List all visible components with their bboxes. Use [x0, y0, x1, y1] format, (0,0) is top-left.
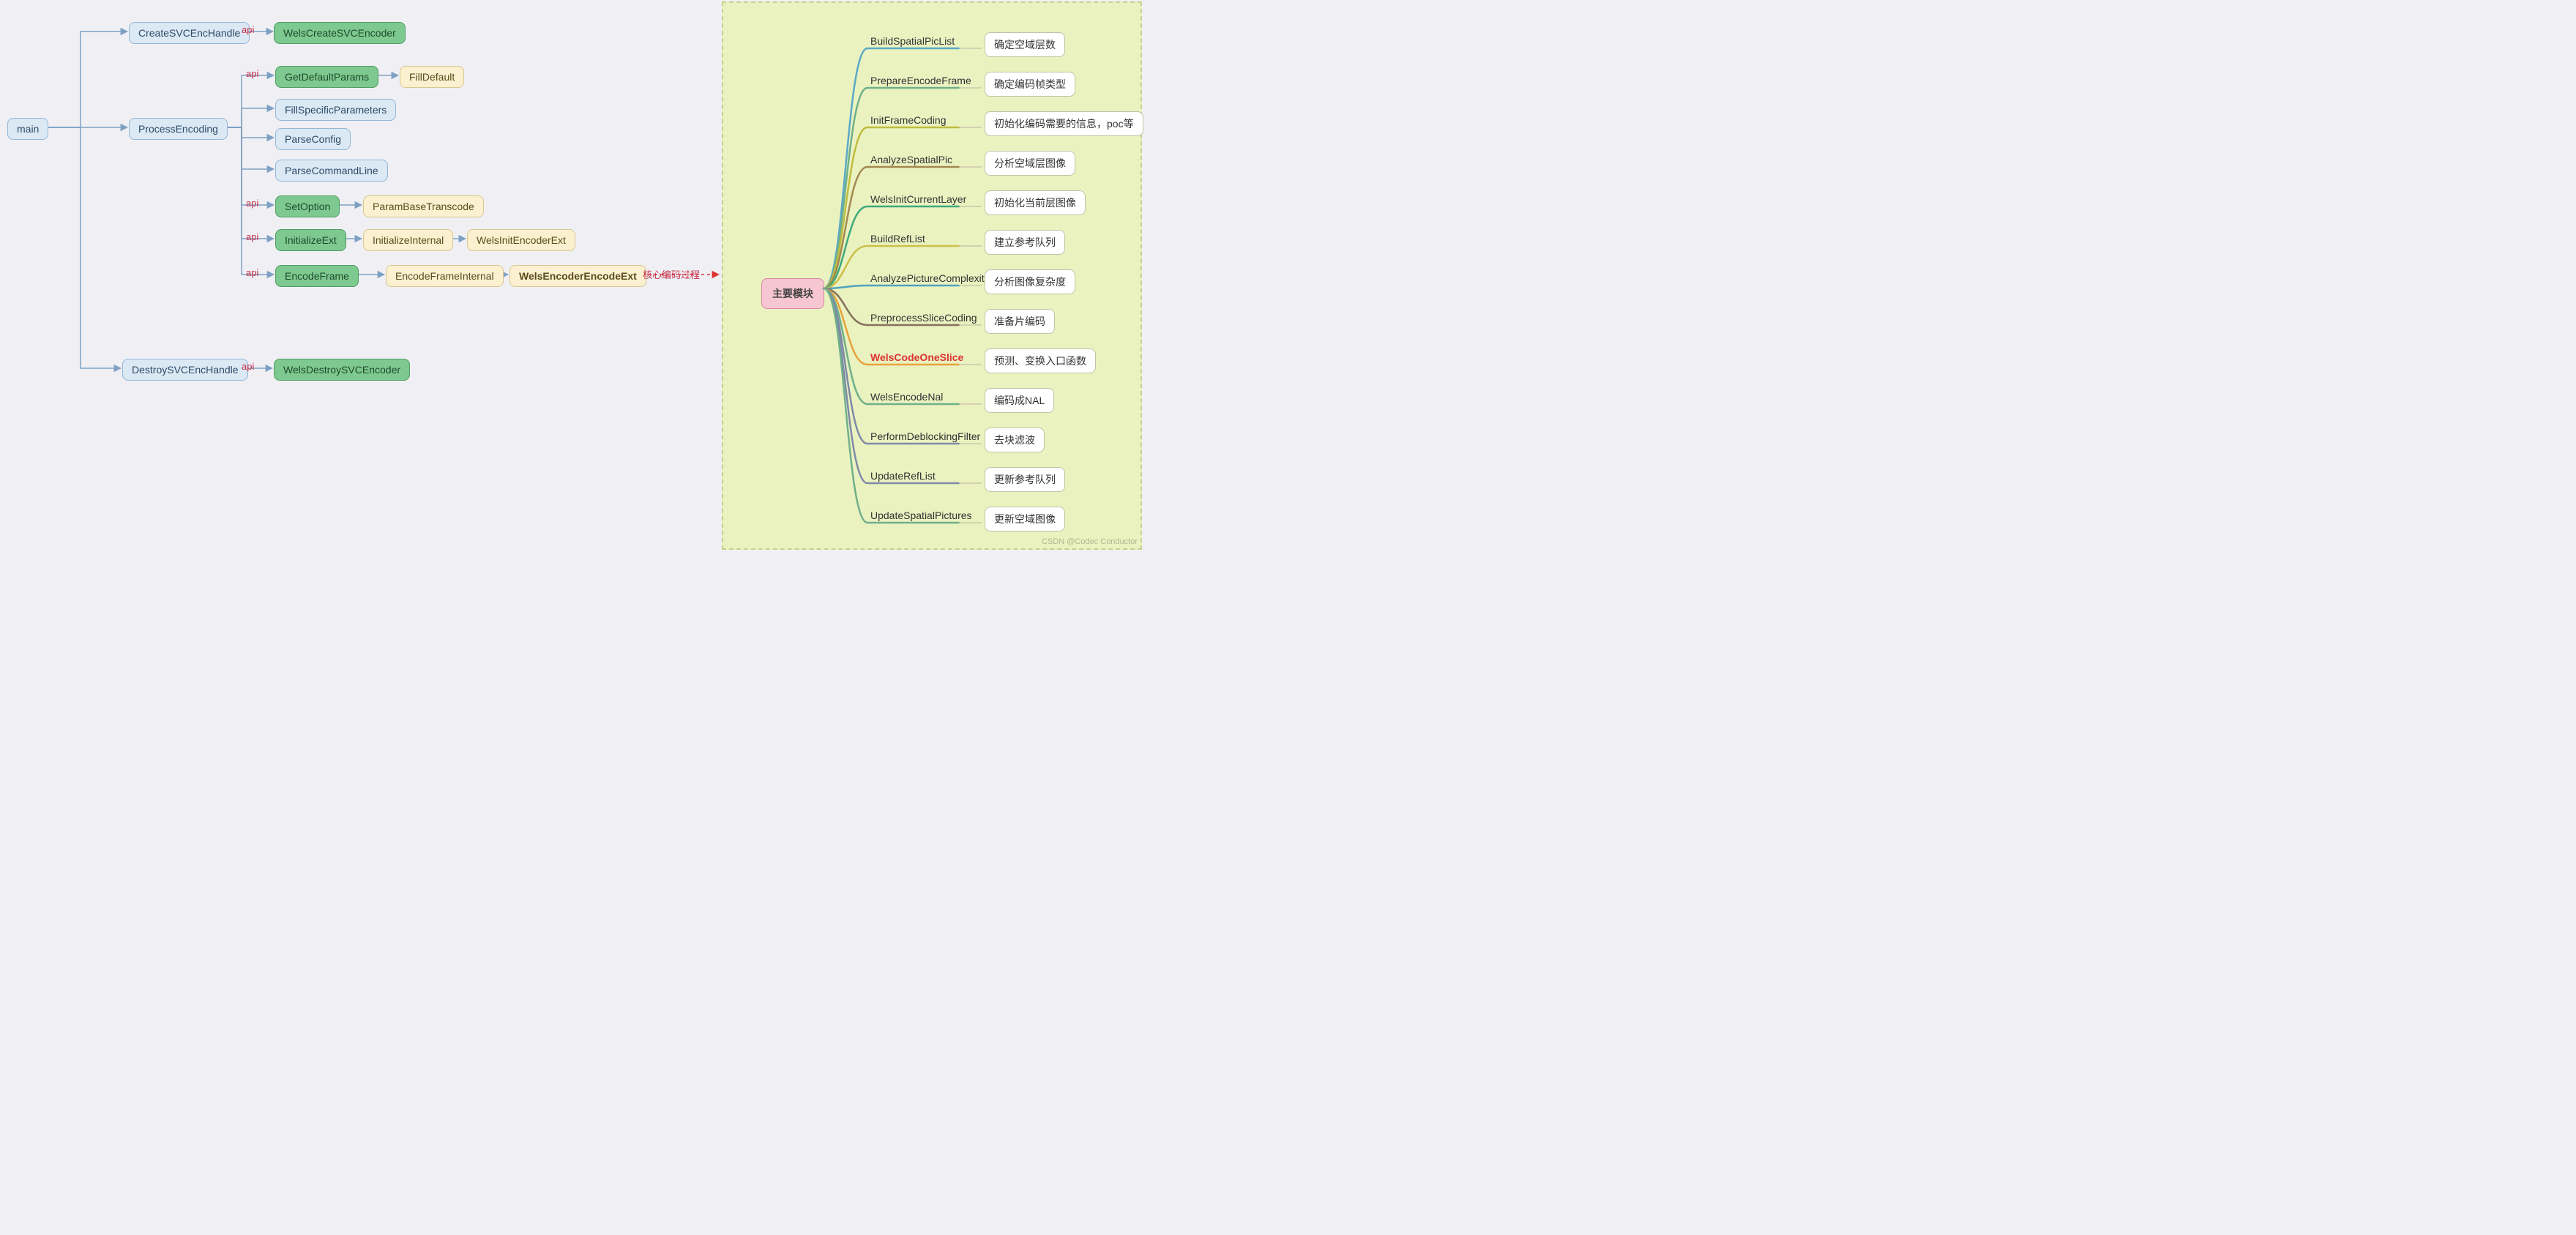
mindmap-branch-name: UpdateSpatialPictures: [870, 510, 972, 521]
mindmap-branch-desc: 去块滤波: [985, 428, 1045, 452]
mindmap-branch-desc: 确定空域层数: [985, 32, 1065, 57]
mindmap-branch-name: InitFrameCoding: [870, 114, 947, 126]
diagram-canvas: main CreateSVCEncHandle api WelsCreateSV…: [0, 0, 1142, 549]
mindmap-layer: BuildSpatialPicList 确定空域层数 PrepareEncodeFr…: [0, 0, 1142, 549]
mindmap-branch-name: WelsCodeOneSlice: [870, 351, 963, 363]
mindmap-branch-desc: 更新参考队列: [985, 467, 1065, 492]
mindmap-branch-desc: 分析图像复杂度: [985, 269, 1075, 294]
mindmap-branch-desc: 分析空域层图像: [985, 151, 1075, 176]
mindmap-branch-desc: 预测、变换入口函数: [985, 348, 1096, 373]
mindmap-branch-desc: 更新空域图像: [985, 507, 1065, 531]
mindmap-branch-name: PrepareEncodeFrame: [870, 75, 971, 86]
mindmap-branch-desc: 确定编码帧类型: [985, 72, 1075, 97]
mindmap-branch-name: BuildSpatialPicList: [870, 35, 955, 47]
mindmap-branch-desc: 初始化当前层图像: [985, 190, 1086, 215]
mindmap-branch-desc: 编码成NAL: [985, 388, 1054, 413]
mindmap-branch-name: WelsEncodeNal: [870, 391, 943, 403]
mindmap-branch-name: PerformDeblockingFilter: [870, 430, 980, 442]
mindmap-branch-desc: 准备片编码: [985, 309, 1055, 334]
mindmap-branch-desc: 初始化编码需要的信息，poc等: [985, 111, 1143, 136]
mindmap-branch-name: AnalyzePictureComplexity: [870, 272, 990, 284]
mindmap-branch-name: PreprocessSliceCoding: [870, 312, 977, 324]
watermark: CSDN @Codec Conductor: [1042, 537, 1138, 546]
mindmap-branch-name: BuildRefList: [870, 233, 925, 245]
mindmap-branch-name: AnalyzeSpatialPic: [870, 154, 952, 165]
mindmap-branch-name: WelsInitCurrentLayer: [870, 193, 966, 205]
mindmap-branch-name: UpdateRefList: [870, 470, 936, 482]
mindmap-branch-desc: 建立参考队列: [985, 230, 1065, 255]
